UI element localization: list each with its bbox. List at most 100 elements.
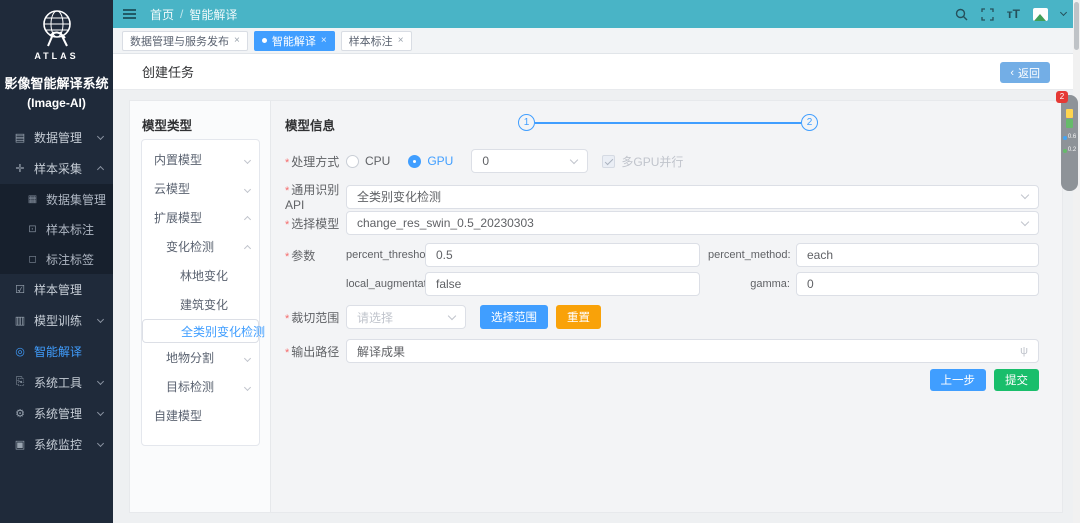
submit-button[interactable]: 提交 (994, 369, 1039, 391)
sidebar-item-data-management[interactable]: ▤ 数据管理 (0, 122, 113, 153)
grid-icon: ▦ (26, 194, 39, 205)
api-select[interactable]: 全类别变化检测 (346, 185, 1039, 209)
app-subtitle: (Image-AI) (0, 96, 113, 110)
chevron-up-icon (244, 245, 251, 252)
form-row-params-1: *参数 percent_threshold: percent_method: (285, 243, 1039, 267)
tree-item-label: 全类别变化检测 (181, 323, 265, 340)
chevron-down-icon (448, 311, 456, 319)
cpu-radio-label[interactable]: CPU (365, 154, 390, 168)
sidebar-item-label: 系统管理 (34, 405, 82, 422)
tab-intelligent-interpretation[interactable]: 智能解译 × (254, 31, 335, 51)
tree-item-label: 目标检测 (166, 378, 214, 395)
sidebar-item-sample-collect[interactable]: ✛ 样本采集 (0, 153, 113, 184)
chevron-down-icon (97, 378, 104, 385)
sidebar-item-label: 标注标签 (46, 251, 94, 268)
sidebar-item-system-monitor[interactable]: ▣ 系统监控 (0, 429, 113, 460)
gpu-radio[interactable] (408, 155, 421, 168)
back-label: 返回 (1018, 65, 1040, 81)
chevron-down-icon (97, 440, 104, 447)
previous-step-button[interactable]: 上一步 (930, 369, 987, 391)
sidebar-item-label: 模型训练 (34, 312, 82, 329)
field-label: *输出路径 (285, 343, 346, 360)
breadcrumb-separator: / (180, 7, 183, 21)
sidebar-item-label: 智能解译 (34, 343, 82, 360)
hamburger-menu-icon[interactable] (123, 9, 136, 19)
sidebar-item-annotation-tags[interactable]: ◻ 标注标签 (0, 244, 113, 274)
gamma-input[interactable] (796, 272, 1039, 296)
local-augmentation-input[interactable] (425, 272, 700, 296)
browser-extension-widget[interactable]: 2 0.6 0.2 (1061, 95, 1078, 191)
sidebar-item-system-tools[interactable]: ⎘ 系统工具 (0, 367, 113, 398)
gpu-index-select[interactable]: 0 (471, 149, 588, 173)
search-icon[interactable] (955, 8, 968, 21)
percent-threshold-input[interactable] (425, 243, 700, 267)
sidebar-item-system-management[interactable]: ⚙ 系统管理 (0, 398, 113, 429)
close-icon[interactable]: × (321, 35, 327, 46)
crop-range-select[interactable]: 请选择 (346, 305, 466, 329)
close-icon[interactable]: × (234, 35, 240, 46)
tree-item-forest-change[interactable]: 林地变化 (142, 261, 259, 290)
param-name-percent-threshold: percent_threshold: (346, 249, 420, 261)
field-label: *参数 (285, 247, 346, 264)
tab-sample-annotation[interactable]: 样本标注 × (341, 31, 412, 51)
form-row-params-2: local_augmentation: gamma: (285, 272, 1039, 296)
tab-data-service-publish[interactable]: 数据管理与服务发布 × (122, 31, 248, 51)
sidebar-item-model-training[interactable]: ▥ 模型训练 (0, 305, 113, 336)
tree-item-builtin-model[interactable]: 内置模型 (142, 145, 259, 174)
model-info-panel: 模型信息 1 2 *处理方式 CPU GPU 0 多GPU并行 (271, 101, 1062, 512)
tree-item-landcover-segmentation[interactable]: 地物分割 (142, 343, 259, 372)
select-range-button[interactable]: 选择范围 (480, 305, 548, 329)
sidebar-item-intelligent-interpretation[interactable]: ◎ 智能解译 (0, 336, 113, 367)
cpu-radio[interactable] (346, 155, 359, 168)
monitor-icon: ▣ (13, 438, 27, 451)
avatar-image-icon[interactable] (1033, 8, 1048, 21)
create-task-card: 模型类型 内置模型 云模型 扩展模型 变化检测 (129, 100, 1063, 513)
sidebar-item-sample-management[interactable]: ☑ 样本管理 (0, 274, 113, 305)
output-path-input[interactable]: ψ (346, 339, 1039, 363)
multi-gpu-checkbox[interactable] (602, 155, 615, 168)
download-dot-icon (1063, 149, 1067, 153)
tree-item-label: 扩展模型 (154, 209, 202, 226)
database-icon: ▤ (13, 131, 27, 144)
sidebar-item-dataset-management[interactable]: ▦ 数据集管理 (0, 184, 113, 214)
back-button[interactable]: ‹ 返回 (1000, 62, 1050, 83)
chevron-up-icon (244, 216, 251, 223)
gpu-radio-label[interactable]: GPU (427, 154, 453, 168)
percent-method-input[interactable] (796, 243, 1039, 267)
tree-item-object-detection[interactable]: 目标检测 (142, 372, 259, 401)
tree-item-cloud-model[interactable]: 云模型 (142, 174, 259, 203)
crop-range-placeholder: 请选择 (357, 309, 449, 326)
step-1-circle: 1 (518, 114, 535, 131)
sidebar-item-label: 系统工具 (34, 374, 82, 391)
active-dot (262, 38, 267, 43)
tree-item-custom-model[interactable]: 自建模型 (142, 401, 259, 430)
chevron-down-icon[interactable] (1060, 9, 1067, 16)
tree-item-all-class-change-detection[interactable]: 全类别变化检测 (142, 319, 259, 343)
form-row-api: *通用识别API 全类别变化检测 (285, 181, 1039, 212)
close-icon[interactable]: × (398, 35, 404, 46)
topbar-icons: тT (955, 7, 1080, 21)
reset-button[interactable]: 重置 (556, 305, 601, 329)
tree-item-building-change[interactable]: 建筑变化 (142, 290, 259, 319)
sidebar-item-sample-annotation[interactable]: ⊡ 样本标注 (0, 214, 113, 244)
breadcrumb-current: 智能解译 (189, 6, 237, 23)
tree-item-change-detection[interactable]: 变化检测 (142, 232, 259, 261)
scrollbar[interactable] (1073, 0, 1080, 523)
tree-select-icon[interactable]: ψ (1020, 345, 1028, 357)
multi-gpu-label: 多GPU并行 (621, 153, 683, 170)
chevron-down-icon (570, 155, 578, 163)
breadcrumb-home[interactable]: 首页 (150, 6, 174, 23)
scrollbar-thumb[interactable] (1074, 2, 1079, 50)
required-mark: * (285, 219, 289, 231)
brand-block: ATLAS 影像智能解译系统 (Image-AI) (0, 0, 113, 110)
notification-badge: 2 (1056, 91, 1068, 103)
model-select[interactable]: change_res_swin_0.5_20230303 (346, 211, 1039, 235)
status-bar-yellow (1066, 109, 1073, 118)
required-mark: * (285, 313, 289, 325)
open-tabs-bar: 数据管理与服务发布 × 智能解译 × 样本标注 × (113, 28, 1080, 54)
fullscreen-icon[interactable] (981, 8, 994, 21)
required-mark: * (285, 347, 289, 359)
font-size-icon[interactable]: тT (1007, 7, 1020, 21)
app-root: ATLAS 影像智能解译系统 (Image-AI) ▤ 数据管理 ✛ 样本采集 … (0, 0, 1080, 523)
tree-item-extended-model[interactable]: 扩展模型 (142, 203, 259, 232)
